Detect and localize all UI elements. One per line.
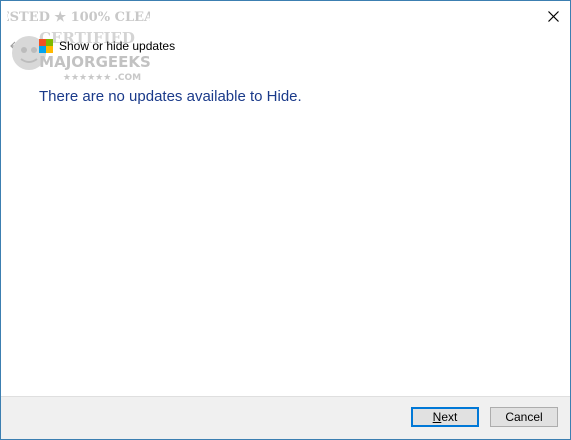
footer-bar: Next Cancel [1, 396, 570, 439]
status-message: There are no updates available to Hide. [39, 88, 302, 105]
title-row: Show or hide updates [39, 38, 175, 54]
close-icon [547, 10, 559, 22]
watermark-line-1: TESTED ★ 100% CLEAN [7, 10, 150, 25]
next-label: ext [441, 410, 458, 424]
windows-logo-icon [39, 39, 53, 53]
wizard-window: TESTED ★ 100% CLEAN CERTIFIED MAJORGEEKS… [0, 0, 571, 440]
next-mnemonic: N [432, 410, 442, 424]
next-button[interactable]: Next [411, 407, 479, 427]
watermark-line-3: MAJORGEEKS [39, 53, 150, 71]
cancel-button[interactable]: Cancel [490, 407, 558, 427]
close-button[interactable] [536, 1, 570, 31]
watermark-line-4: ★★★★★★ .COM [63, 73, 141, 83]
page-title: Show or hide updates [59, 39, 176, 53]
